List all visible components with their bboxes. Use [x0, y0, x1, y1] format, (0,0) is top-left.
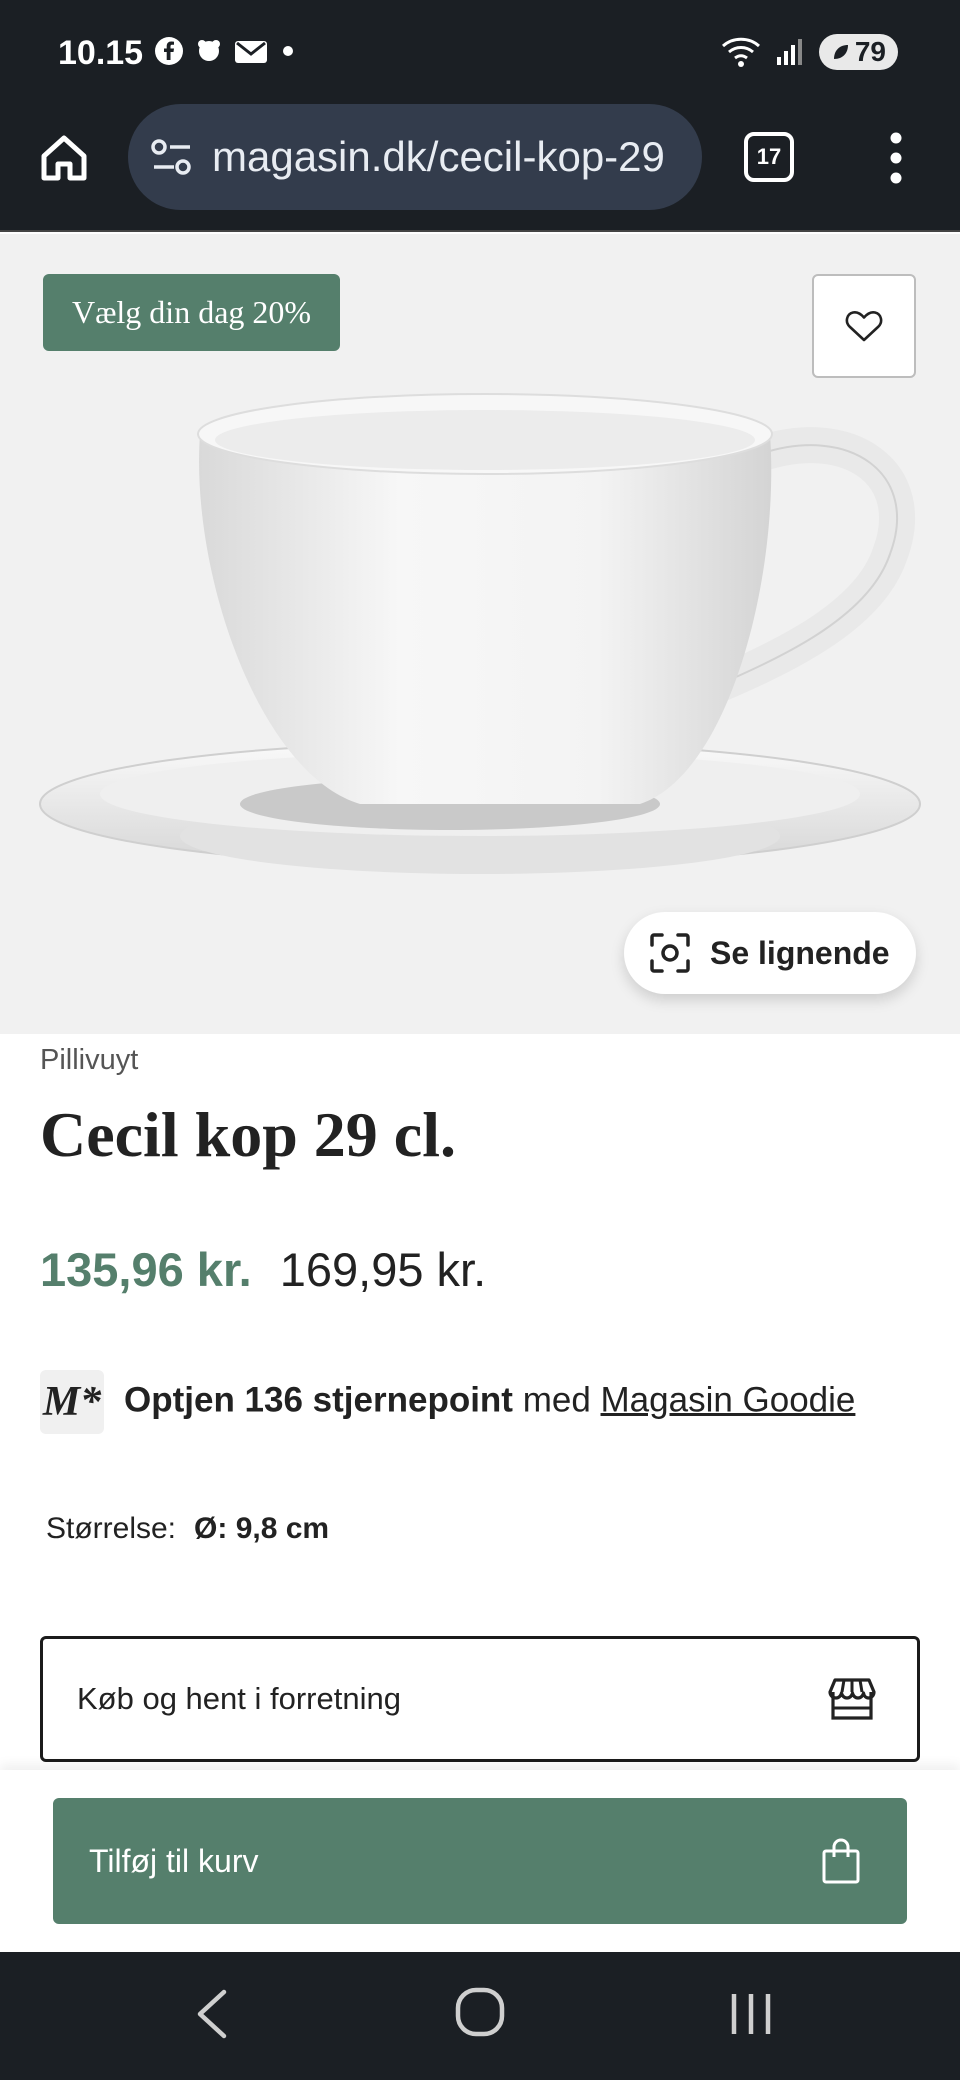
sale-price: 135,96 kr. [40, 1243, 252, 1296]
product-title: Cecil kop 29 cl. [40, 1099, 456, 1170]
points-earn-text: Optjen 136 stjernepoint [124, 1380, 513, 1420]
back-icon[interactable] [190, 1984, 234, 2044]
product-brand[interactable]: Pillivuyt [40, 1044, 138, 1077]
wifi-icon [721, 37, 760, 67]
wishlist-button[interactable] [812, 274, 916, 378]
battery-level: 79 [854, 36, 886, 67]
shopping-bag-icon [822, 1838, 860, 1884]
product-image-area: Vælg din dag 20% Se lignende [0, 234, 960, 1034]
site-settings-icon[interactable] [150, 137, 194, 177]
tab-count: 17 [756, 144, 782, 169]
size-info: Størrelse: Ø: 9,8 cm [46, 1512, 329, 1546]
store-icon [828, 1678, 876, 1720]
size-label: Størrelse: [46, 1512, 177, 1545]
address-bar[interactable]: magasin.dk/cecil-kop-29 [128, 104, 702, 210]
promo-badge-text: Vælg din dag 20% [71, 294, 312, 330]
see-similar-button[interactable]: Se lignende [624, 912, 916, 994]
system-nav-bar [0, 1952, 960, 2080]
loyalty-points-info: M* Optjen 136 stjernepoint med Magasin Go… [40, 1370, 920, 1434]
facebook-icon [155, 37, 183, 65]
original-price: 169,95 kr. [279, 1243, 487, 1296]
product-image[interactable] [30, 354, 930, 914]
size-value: Ø: 9,8 cm [194, 1512, 330, 1545]
status-time: 10.15 [58, 34, 144, 72]
tab-switcher-button[interactable]: 17 [744, 132, 794, 182]
see-similar-label: Se lignende [710, 934, 890, 971]
heart-icon [845, 310, 883, 342]
visual-search-icon [650, 933, 690, 973]
sticky-cart-bar: Tilføj til kurv [0, 1770, 960, 1952]
click-and-collect-label: Køb og hent i forretning [77, 1681, 401, 1716]
mail-icon [235, 41, 267, 63]
more-menu-icon[interactable] [876, 128, 916, 188]
price-row: 135,96 kr. 169,95 kr. [40, 1242, 486, 1297]
notification-dot-icon [283, 46, 293, 56]
url-text[interactable]: magasin.dk/cecil-kop-29 [212, 133, 665, 181]
add-to-cart-button[interactable]: Tilføj til kurv [53, 1798, 907, 1924]
magasin-logo-icon: M* [40, 1370, 104, 1434]
notification-app-icon [198, 40, 220, 61]
status-icons-left [154, 36, 298, 66]
magasin-goodie-link[interactable]: Magasin Goodie [601, 1380, 856, 1419]
recent-apps-icon[interactable] [726, 1986, 776, 2042]
click-and-collect-button[interactable]: Køb og hent i forretning [40, 1636, 920, 1762]
browser-toolbar: magasin.dk/cecil-kop-29 17 [0, 100, 960, 232]
status-icons-right: 79 [721, 34, 898, 70]
promo-badge: Vælg din dag 20% [43, 274, 340, 351]
battery-saver-icon [833, 45, 848, 59]
add-to-cart-label: Tilføj til kurv [89, 1842, 259, 1879]
signal-icon [776, 39, 802, 65]
home-nav-icon[interactable] [450, 1982, 510, 2042]
home-icon[interactable] [36, 130, 92, 186]
points-connector-text: med [512, 1380, 601, 1420]
status-bar: 10.15 79 [0, 0, 960, 100]
battery-indicator: 79 [818, 34, 898, 70]
